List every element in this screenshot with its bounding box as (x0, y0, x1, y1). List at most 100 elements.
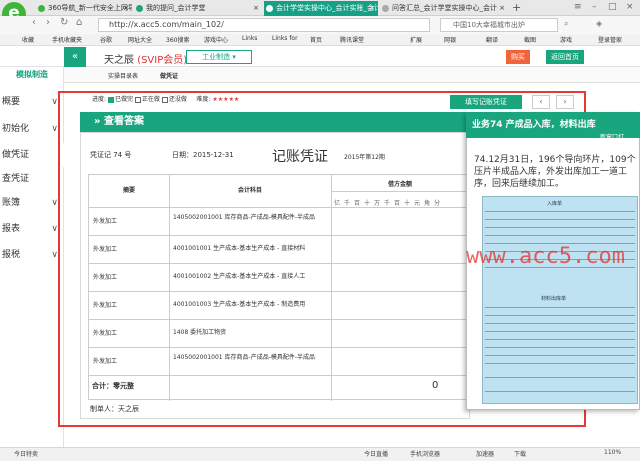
digit-header: 角 (424, 200, 431, 207)
tab-catalog[interactable]: 实操目录表 (108, 71, 138, 80)
bookmark-item[interactable]: 收藏 (22, 35, 34, 44)
app-header (0, 47, 640, 67)
digit-header: 百 (354, 200, 361, 207)
prev-arrow-button[interactable]: ‹ (532, 95, 550, 109)
open-new-window-link[interactable]: 新窗口打 (600, 132, 624, 141)
toolbar-item[interactable]: 网银 (444, 35, 456, 44)
sidebar-item-tax[interactable]: 报税 ∨ (0, 243, 64, 267)
home-icon[interactable]: ⌂ (76, 17, 82, 28)
close-icon[interactable]: × (123, 1, 129, 16)
bookmark-item[interactable]: 网址大全 (128, 35, 152, 44)
tab-favicon-icon (38, 5, 45, 12)
toolbar-item[interactable]: 游戏 (560, 35, 572, 44)
row-summary: 外发加工 (93, 358, 118, 365)
sidebar-item-label: 账簿 (2, 198, 21, 208)
digit-header: 亿 (334, 200, 341, 207)
close-icon[interactable]: × (499, 1, 505, 16)
shield-icon[interactable]: ◈ (596, 19, 602, 28)
sidebar-item-make-voucher[interactable]: 做凭证 (0, 143, 64, 167)
digit-header: 元 (414, 200, 421, 207)
chevron-down-icon: ∨ (51, 97, 58, 107)
row-account: 1408 委托加工物资 (173, 329, 227, 336)
sidebar-item-init[interactable]: 初始化 ∨ (0, 117, 64, 141)
status-item[interactable]: 今日直播 (364, 449, 388, 458)
status-item[interactable]: 下载 (514, 449, 526, 458)
url-input[interactable]: http://x.acc5.com/main_102/ (98, 18, 430, 32)
difficulty-label: 难度: (196, 96, 211, 103)
status-item[interactable]: 今日特卖 (14, 449, 38, 458)
progress-legend: 进度: 已做完 正在做 还没做 难度: ★★★★★ (92, 94, 239, 103)
doc-title-2: 材料出库单 (541, 296, 567, 302)
toolbar-item[interactable]: 登录管家 (598, 35, 622, 44)
tab-favicon-icon (136, 5, 143, 12)
status-item[interactable]: 手机浏览器 (410, 449, 440, 458)
row-account: 4001001002 生产成本-基本生产成本 - 直接人工 (173, 273, 306, 280)
row-summary: 外发加工 (93, 274, 118, 281)
bookmark-item[interactable]: Links (242, 35, 257, 42)
search-input[interactable]: 中国10大幸福城市出炉 (440, 18, 558, 32)
header-account: 会计科目 (237, 187, 262, 194)
collapse-sidebar-button[interactable]: « (64, 47, 86, 67)
digit-header: 百 (394, 200, 401, 207)
close-icon[interactable]: × (253, 1, 259, 16)
maximize-icon[interactable]: □ (608, 2, 617, 12)
close-window-icon[interactable]: × (626, 2, 634, 12)
close-icon[interactable]: × (369, 1, 375, 16)
new-tab-icon[interactable]: + (512, 1, 521, 14)
progress-label: 进度: (92, 96, 107, 103)
minimize-icon[interactable]: – (592, 2, 597, 12)
search-icon[interactable]: ⌕ (564, 19, 568, 29)
browser-tab[interactable]: 问答汇总_会计学堂实操中心_会计 × (380, 1, 508, 16)
zoom-level[interactable]: 110% (604, 449, 621, 456)
company-label: 天之辰 (104, 55, 134, 66)
done-label: 已做完 (114, 96, 133, 103)
sidebar-item-check-voucher[interactable]: 查凭证 (0, 167, 64, 191)
digit-header: 万 (374, 200, 381, 207)
header-debit: 借方金额 (387, 181, 412, 188)
browser-tab[interactable]: 360导航_新一代安全上网导航× (36, 1, 132, 16)
answer-panel-title: 查看答案 (103, 116, 144, 127)
todo-swatch (161, 96, 168, 103)
buy-button[interactable]: 购买 (506, 50, 530, 64)
bookmark-item[interactable]: 腾讯课堂 (340, 35, 364, 44)
reload-icon[interactable]: ↻ (60, 17, 68, 28)
menu-icon[interactable]: ≡ (574, 2, 582, 12)
chevron-down-icon: ∨ (51, 198, 58, 208)
sidebar-item-label: 概要 (2, 97, 21, 107)
industry-select[interactable]: 工业制造 ▾ (186, 50, 252, 64)
bookmark-item[interactable]: 谷歌 (100, 35, 112, 44)
sidebar-title: 模拟制造 (16, 70, 48, 79)
browser-tab-active[interactable]: 会计学堂实操中心_会计实账_会计 × (264, 1, 378, 16)
toolbar-item[interactable]: 截图 (524, 35, 536, 44)
sidebar-item-label: 初始化 (2, 124, 30, 134)
forward-icon[interactable]: › (46, 17, 50, 28)
bookmark-item[interactable]: 手机收藏夹 (52, 35, 82, 44)
digit-header: 千 (384, 200, 391, 207)
document-image: 入库单 材料出库单 (482, 196, 638, 404)
bookmark-item[interactable]: 360搜索 (166, 35, 189, 44)
todo-label: 还没做 (168, 96, 187, 103)
bookmark-item[interactable]: 游戏中心 (204, 35, 228, 44)
tab-label: 会计学堂实操中心_会计实账_会计 (276, 4, 378, 12)
company-name: 天之辰 (SVIP会员) (104, 51, 187, 66)
row-summary: 外发加工 (93, 302, 118, 309)
next-arrow-button[interactable]: › (556, 95, 574, 109)
status-bar (0, 447, 640, 461)
tab-make-voucher[interactable]: 做凭证 (160, 71, 178, 80)
total-debit: 0 (432, 380, 439, 391)
home-button[interactable]: 返回首页 (546, 50, 584, 64)
bookmark-item[interactable]: Links for (272, 35, 298, 42)
bookmark-item[interactable]: 首页 (310, 35, 322, 44)
voucher-period: 2015年第12期 (344, 154, 385, 161)
back-icon[interactable]: ‹ (32, 17, 36, 28)
header-summary: 摘要 (122, 187, 135, 194)
status-item[interactable]: 加速器 (476, 449, 494, 458)
fill-voucher-button[interactable]: 填写记账凭证 (450, 95, 522, 109)
sidebar-item-reports[interactable]: 报表 ∨ (0, 217, 64, 241)
answer-panel-header[interactable]: » 查看答案 (80, 112, 470, 132)
sidebar-item-overview[interactable]: 概要 ∨ (0, 90, 64, 114)
toolbar-item[interactable]: 扩展 (410, 35, 422, 44)
toolbar-item[interactable]: 翻译 (486, 35, 498, 44)
browser-tab[interactable]: 我的提问_会计学堂 × (134, 1, 262, 16)
sidebar-item-ledger[interactable]: 账簿 ∨ (0, 191, 64, 215)
